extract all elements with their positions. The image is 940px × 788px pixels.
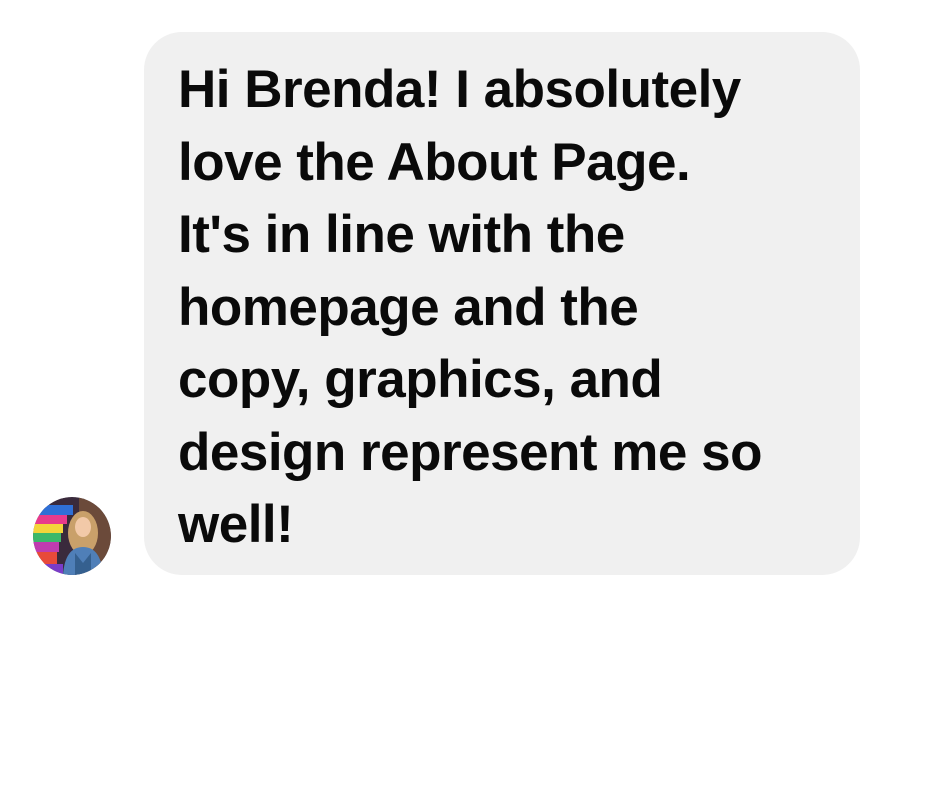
- message-bubble[interactable]: Hi Brenda! I absolutely love the About P…: [144, 32, 860, 575]
- message-text: Hi Brenda! I absolutely love the About P…: [178, 60, 762, 554]
- profile-photo-icon: [33, 497, 111, 575]
- message-thread: Hi Brenda! I absolutely love the About P…: [0, 0, 940, 788]
- sender-avatar[interactable]: [33, 497, 111, 575]
